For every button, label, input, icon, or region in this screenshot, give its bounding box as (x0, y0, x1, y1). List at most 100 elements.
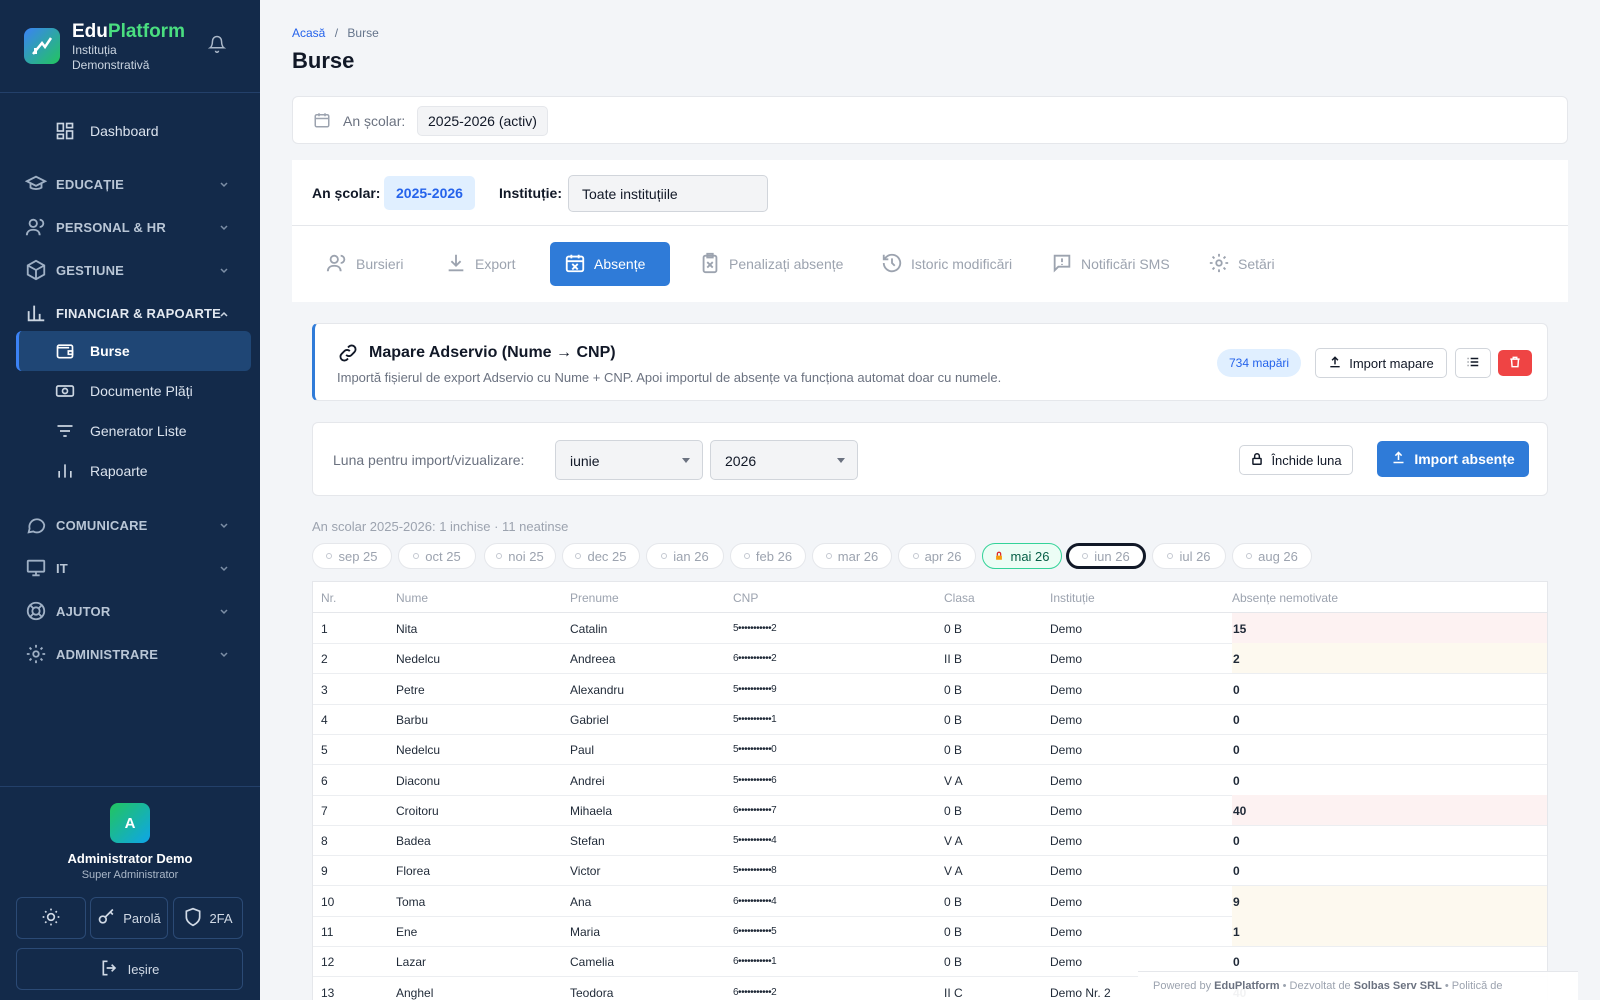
table-cell: 15 (1233, 622, 1247, 636)
month-chip[interactable]: iul 26 (1152, 543, 1226, 569)
table-row[interactable]: 1 Nita Catalin 5•••••••••••2 0 B Demo 15 (313, 613, 1547, 644)
absence-highlight (1232, 794, 1547, 825)
chevron-down-icon (219, 605, 229, 620)
table-cell: 5•••••••••••2 (733, 623, 777, 634)
graduation-cap-icon (24, 172, 48, 196)
avatar: A (110, 803, 150, 843)
sidebar-section-gestiune[interactable]: GESTIUNE (0, 250, 255, 290)
bell-icon[interactable] (207, 35, 227, 56)
month-chip[interactable]: oct 25 (398, 543, 476, 569)
import-mapping-button[interactable]: Import mapare (1315, 348, 1447, 378)
footer-brand[interactable]: EduPlatform (1214, 980, 1279, 992)
table-cell: 6•••••••••••7 (733, 804, 777, 816)
institution-select[interactable]: Toate instituțiile (568, 175, 768, 212)
table-row[interactable]: 2 Nedelcu Andreea 6•••••••••••2 II B Demo 2 (313, 643, 1547, 675)
list-view-button[interactable] (1455, 348, 1491, 378)
status-dot-icon (413, 553, 420, 559)
month-chip[interactable]: dec 25 (562, 543, 640, 569)
footer-dev: • Dezvoltat de (1282, 980, 1351, 992)
sidebar-section-comunicare[interactable]: COMUNICARE (0, 505, 255, 545)
chat-icon (24, 513, 48, 537)
sidebar-item-rapoarte[interactable]: Rapoarte (16, 451, 251, 491)
sidebar-section-personal[interactable]: PERSONAL & HR (0, 207, 255, 247)
year-select[interactable]: 2026 (710, 440, 858, 480)
bar-chart-icon (54, 460, 76, 482)
tab-bursieri[interactable]: Bursieri (312, 242, 417, 286)
brand-name: EduPlatform (72, 21, 185, 42)
section-label: COMUNICARE (56, 517, 148, 533)
tab-export[interactable]: Export (431, 242, 529, 286)
footer-company[interactable]: Solbas Serv SRL (1354, 980, 1442, 992)
month-chip[interactable]: mai 26 (982, 543, 1062, 569)
sidebar-item-generator-liste[interactable]: Generator Liste (16, 411, 251, 451)
year-filter-badge[interactable]: 2025-2026 (384, 176, 475, 210)
column-header[interactable]: Nr. (321, 591, 336, 605)
caret-down-icon (682, 458, 690, 463)
mapping-title: Mapare Adservio (Nume → CNP) (369, 344, 616, 361)
theme-toggle-button[interactable] (16, 897, 86, 939)
breadcrumb-home[interactable]: Acasă (292, 26, 325, 40)
delete-mapping-button[interactable] (1498, 350, 1532, 376)
month-chip[interactable]: apr 26 (898, 543, 976, 569)
table-row[interactable]: 8 Badea Stefan 5•••••••••••4 V A Demo 0 (313, 825, 1547, 857)
chevron-down-icon (219, 519, 229, 534)
table-cell: 0 (1233, 955, 1240, 970)
table-cell: 6•••••••••••1 (733, 956, 777, 968)
logout-button[interactable]: Ieșire (16, 948, 243, 990)
table-cell: II C (944, 985, 963, 1000)
sidebar-item-documente-plati[interactable]: Documente Plăți (16, 371, 251, 411)
column-header[interactable]: Prenume (570, 591, 619, 605)
table-row[interactable]: 11 Ene Maria 6•••••••••••5 0 B Demo 1 (313, 916, 1547, 947)
tab-penalizati-absente[interactable]: Penalizați absențe (685, 242, 857, 286)
column-header[interactable]: Clasa (944, 591, 975, 605)
month-select[interactable]: iunie (555, 440, 703, 480)
month-chip[interactable]: ian 26 (646, 543, 724, 569)
table-row[interactable]: 6 Diaconu Andrei 5•••••••••••6 V A Demo 0 (313, 765, 1547, 796)
tab-istoric-modificari[interactable]: Istoric modificări (867, 242, 1026, 286)
close-month-label: Închide luna (1271, 452, 1342, 468)
table-cell: 6•••••••••••5 (733, 926, 777, 937)
sidebar-section-it[interactable]: IT (0, 548, 255, 588)
column-header[interactable]: Instituție (1050, 591, 1095, 605)
password-button[interactable]: Parolă (90, 897, 168, 939)
import-absences-label: Import absențe (1414, 451, 1515, 467)
table-cell: 7 (321, 803, 328, 818)
column-header[interactable]: Absențe nemotivate (1232, 591, 1338, 605)
filters-panel: An școlar: 2025-2026 Instituție: Toate i… (292, 160, 1568, 302)
sidebar-item-burse[interactable]: Burse (16, 331, 251, 371)
month-chip[interactable]: aug 26 (1232, 543, 1312, 569)
sidebar-section-educatie[interactable]: EDUCAȚIE (0, 164, 255, 204)
table-row[interactable]: 9 Florea Victor 5•••••••••••8 V A Demo 0 (313, 855, 1547, 887)
sidebar-section-administrare[interactable]: ADMINISTRARE (0, 634, 255, 674)
month-chip[interactable]: iun 26 (1066, 543, 1146, 569)
month-chip-label: mai 26 (1010, 548, 1050, 564)
sidebar-item-dashboard[interactable]: Dashboard (16, 111, 251, 151)
sidebar-section-ajutor[interactable]: AJUTOR (0, 591, 255, 631)
table-cell: 5 (321, 743, 328, 758)
school-year-selector[interactable]: 2025-2026 (activ) (417, 106, 548, 136)
tab-absente[interactable]: Absențe (550, 242, 670, 286)
month-chip[interactable]: feb 26 (730, 543, 806, 569)
bar-chart-icon (24, 301, 48, 325)
table-row[interactable]: 3 Petre Alexandru 5•••••••••••9 0 B Demo 0 (313, 674, 1547, 705)
section-label: AJUTOR (56, 603, 111, 619)
table-cell: 0 (1233, 834, 1240, 849)
box-icon (24, 258, 48, 282)
column-header[interactable]: CNP (733, 591, 758, 605)
table-cell: 0 (1233, 712, 1240, 727)
tab-notificari-sms[interactable]: Notificări SMS (1037, 242, 1184, 286)
column-header[interactable]: Nume (396, 591, 428, 605)
month-chip[interactable]: noi 25 (484, 543, 556, 569)
table-row[interactable]: 5 Nedelcu Paul 5•••••••••••0 0 B Demo 0 (313, 734, 1547, 766)
table-row[interactable]: 10 Toma Ana 6•••••••••••4 0 B Demo 9 (313, 885, 1547, 917)
sidebar-section-financiar[interactable]: FINANCIAR & RAPOARTE (0, 293, 255, 333)
import-absences-button[interactable]: Import absențe (1377, 441, 1529, 477)
table-row[interactable]: 4 Barbu Gabriel 5•••••••••••1 0 B Demo 0 (313, 704, 1547, 735)
close-month-button[interactable]: Închide luna (1239, 445, 1353, 475)
table-row[interactable]: 7 Croitoru Mihaela 6•••••••••••7 0 B Demo 40 (313, 794, 1547, 826)
tab-setari[interactable]: Setări (1194, 242, 1289, 286)
twofa-button[interactable]: 2FA (173, 897, 243, 939)
month-chip[interactable]: sep 25 (312, 543, 392, 569)
month-chip[interactable]: mar 26 (812, 543, 892, 569)
table-cell: Teodora (570, 985, 614, 1000)
